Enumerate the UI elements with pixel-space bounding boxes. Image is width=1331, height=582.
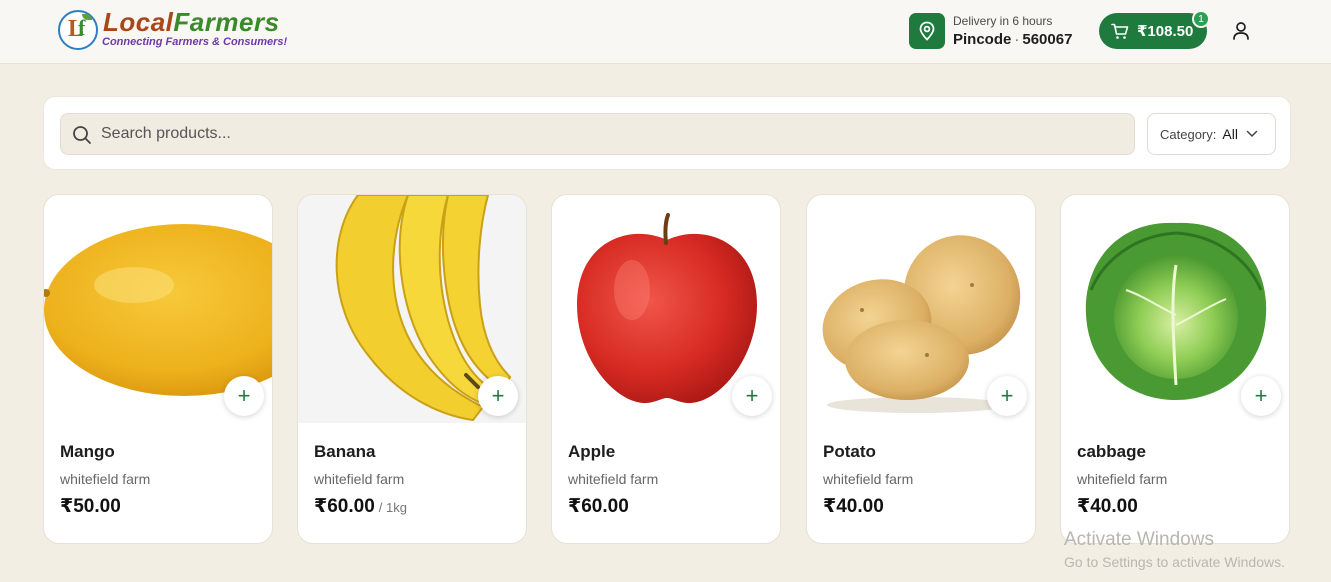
product-farm: whitefield farm [60, 471, 151, 487]
category-label: Category: [1160, 126, 1217, 142]
pincode-value: 560067 [1022, 31, 1073, 48]
product-name: Mango [60, 442, 115, 461]
logo-title-farmers: Farmers [173, 7, 280, 37]
cart-total: ₹108.50 [1137, 23, 1194, 40]
price-value: ₹60.00 [568, 496, 629, 517]
price-unit: / 1kg [378, 500, 407, 515]
product-price: ₹40.00 [823, 495, 888, 518]
price-value: ₹40.00 [823, 496, 884, 517]
product-card[interactable]: + Potato whitefield farm ₹40.00 [806, 194, 1036, 544]
logo-title-local: Local [103, 7, 174, 37]
product-card[interactable]: + Banana whitefield farm ₹60.00/ 1kg [297, 194, 527, 544]
price-value: ₹50.00 [60, 496, 121, 517]
search-input[interactable] [101, 114, 1121, 154]
product-price: ₹60.00/ 1kg [314, 495, 407, 518]
chevron-down-icon [1246, 130, 1258, 138]
price-value: ₹60.00 [314, 496, 375, 517]
search-panel: Category: All [43, 96, 1291, 170]
search-box[interactable] [60, 113, 1135, 155]
pincode-label: Pincode [953, 31, 1012, 48]
product-card[interactable]: + Apple whitefield farm ₹60.00 [551, 194, 781, 544]
logo-emblem-icon: Lf [58, 10, 98, 50]
product-name: Banana [314, 442, 376, 461]
add-to-cart-button[interactable]: + [1241, 376, 1281, 416]
product-card[interactable]: + Mango whitefield farm ₹50.00 [43, 194, 273, 544]
pincode-selector[interactable]: Pincode · 560067 [953, 31, 1072, 48]
top-header: Lf LocalFarmers Connecting Farmers & Con… [0, 0, 1331, 64]
product-farm: whitefield farm [1077, 471, 1168, 487]
logo-title: LocalFarmers [103, 7, 280, 38]
delivery-time-text: Delivery in 6 hours [953, 14, 1053, 28]
activate-windows-title: Activate Windows [1064, 529, 1214, 550]
user-icon[interactable] [1230, 20, 1252, 42]
logo-tagline: Connecting Farmers & Consumers! [102, 36, 288, 48]
activate-windows-subtitle: Go to Settings to activate Windows. [1064, 554, 1285, 570]
product-price: ₹50.00 [60, 495, 125, 518]
price-value: ₹40.00 [1077, 496, 1138, 517]
category-dropdown[interactable]: Category: All [1147, 113, 1276, 155]
product-name: cabbage [1077, 442, 1146, 461]
add-to-cart-button[interactable]: + [478, 376, 518, 416]
cart-count-badge: 1 [1192, 10, 1210, 28]
cart-icon [1111, 23, 1129, 39]
product-price: ₹60.00 [568, 495, 633, 518]
search-icon [73, 126, 91, 144]
add-to-cart-button[interactable]: + [224, 376, 264, 416]
product-name: Apple [568, 442, 616, 461]
location-pin-icon[interactable] [909, 13, 945, 49]
brand-logo[interactable]: Lf LocalFarmers Connecting Farmers & Con… [58, 7, 298, 55]
product-card[interactable]: + cabbage whitefield farm ₹40.00 [1060, 194, 1290, 544]
product-price: ₹40.00 [1077, 495, 1142, 518]
product-farm: whitefield farm [823, 471, 914, 487]
cart-button[interactable]: ₹108.50 [1099, 13, 1207, 49]
category-value: All [1222, 126, 1238, 142]
product-farm: whitefield farm [568, 471, 659, 487]
product-farm: whitefield farm [314, 471, 405, 487]
add-to-cart-button[interactable]: + [987, 376, 1027, 416]
product-name: Potato [823, 442, 876, 461]
add-to-cart-button[interactable]: + [732, 376, 772, 416]
